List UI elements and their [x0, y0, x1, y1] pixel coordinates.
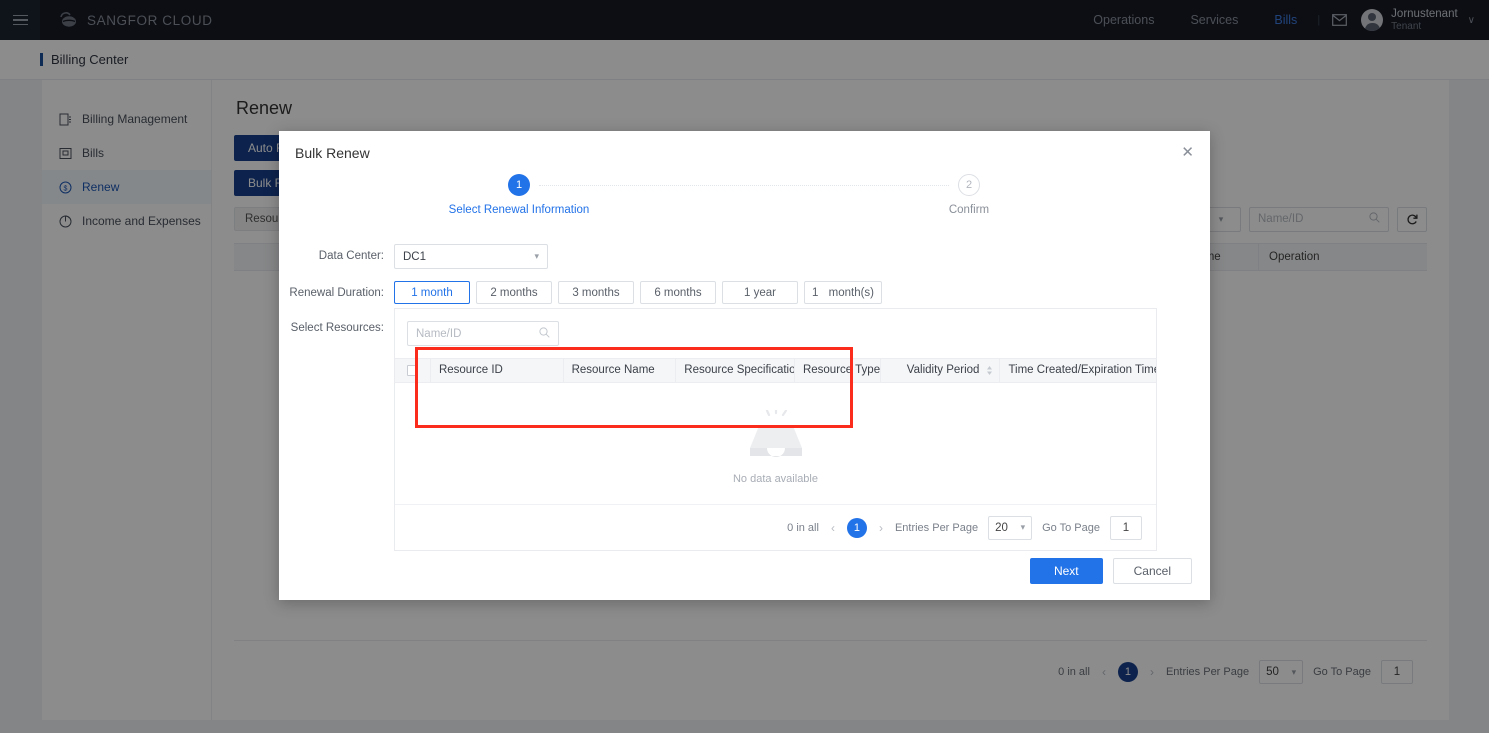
bulk-renew-dialog: Bulk Renew ✕ 1 Select Renewal Informatio… — [279, 131, 1210, 600]
column-resource-name: Resource Name — [564, 358, 677, 383]
resource-entries-per-page-label: Entries Per Page — [894, 521, 979, 534]
close-icon[interactable]: ✕ — [1181, 145, 1194, 160]
column-validity-period-label: Validity Period — [906, 364, 980, 376]
column-validity-period[interactable]: Validity Period — [881, 358, 1001, 383]
next-button[interactable]: Next — [1029, 558, 1103, 584]
step-2-confirm[interactable]: 2 Confirm — [889, 174, 1049, 216]
step-2-label: Confirm — [948, 204, 990, 216]
step-2-number: 2 — [958, 174, 980, 196]
step-1-number: 1 — [508, 174, 530, 196]
chevron-down-icon: ▾ — [534, 251, 539, 261]
resource-table-header: Resource ID Resource Name Resource Speci… — [395, 358, 1156, 383]
resource-entries-per-page-select[interactable]: 20 ▾ — [988, 515, 1033, 540]
chevron-down-icon: ▾ — [1020, 522, 1026, 532]
data-center-label: Data Center: — [318, 250, 384, 262]
duration-option-3-months[interactable]: 3 months — [558, 281, 634, 304]
resource-pagination-next[interactable]: › — [877, 521, 885, 535]
resource-search-placeholder: Name/ID — [416, 327, 462, 340]
duration-custom-unit: month(s) — [828, 286, 874, 299]
data-center-row: Data Center: DC1 ▾ — [279, 244, 1210, 269]
data-center-value: DC1 — [403, 250, 427, 263]
empty-box-icon — [745, 407, 807, 467]
data-center-select[interactable]: DC1 ▾ — [394, 244, 548, 269]
dialog-form: Data Center: DC1 ▾ Renewal Duration: 1 m… — [279, 232, 1210, 551]
step-1-label: Select Renewal Information — [448, 204, 590, 216]
resource-go-to-page-input[interactable]: 1 — [1110, 515, 1142, 540]
renewal-duration-options: 1 month 2 months 3 months 6 months 1 yea… — [394, 281, 882, 304]
step-indicator: 1 Select Renewal Information 2 Confirm — [279, 174, 1210, 232]
empty-state-text: No data available — [732, 472, 818, 485]
select-all-checkbox[interactable] — [395, 358, 431, 383]
duration-custom-value: 1 — [812, 286, 819, 299]
sort-arrows-icon[interactable] — [986, 358, 993, 383]
resource-pagination-prev[interactable]: ‹ — [829, 521, 837, 535]
resource-pagination: 0 in all ‹ 1 › Entries Per Page 20 ▾ Go … — [395, 504, 1156, 550]
resource-selection-panel: Name/ID Resource ID Resource Name Resour… — [394, 308, 1157, 551]
duration-option-1-year[interactable]: 1 year — [722, 281, 798, 304]
column-resource-type: Resource Type — [795, 358, 881, 383]
duration-option-2-months[interactable]: 2 months — [476, 281, 552, 304]
duration-option-6-months[interactable]: 6 months — [640, 281, 716, 304]
checkbox-box — [406, 365, 418, 376]
duration-option-1-month[interactable]: 1 month — [394, 281, 470, 304]
dialog-title: Bulk Renew — [295, 144, 370, 161]
column-resource-specification: Resource Specification — [676, 358, 795, 383]
dialog-footer: Next Cancel — [1029, 558, 1192, 584]
column-time-created-expiration-time: Time Created/Expiration Time — [1008, 364, 1157, 376]
resource-pagination-total: 0 in all — [787, 521, 819, 534]
step-1-select-renewal-information[interactable]: 1 Select Renewal Information — [439, 174, 599, 216]
resource-search-input[interactable]: Name/ID — [407, 321, 559, 346]
dialog-header: Bulk Renew ✕ — [279, 131, 1210, 174]
select-resources-label: Select Resources: — [290, 322, 384, 334]
renewal-duration-label: Renewal Duration: — [289, 287, 384, 299]
column-resource-id: Resource ID — [431, 358, 564, 383]
resource-entries-per-page-value: 20 — [995, 521, 1008, 534]
duration-custom-input[interactable]: 1 month(s) — [804, 281, 882, 304]
cancel-button[interactable]: Cancel — [1112, 558, 1192, 584]
renewal-duration-row: Renewal Duration: 1 month 2 months 3 mon… — [279, 281, 1210, 304]
resource-pagination-page-1[interactable]: 1 — [846, 517, 867, 538]
empty-state: No data available — [395, 383, 1156, 511]
search-icon — [539, 326, 550, 341]
resource-go-to-page-label: Go To Page — [1042, 521, 1100, 534]
